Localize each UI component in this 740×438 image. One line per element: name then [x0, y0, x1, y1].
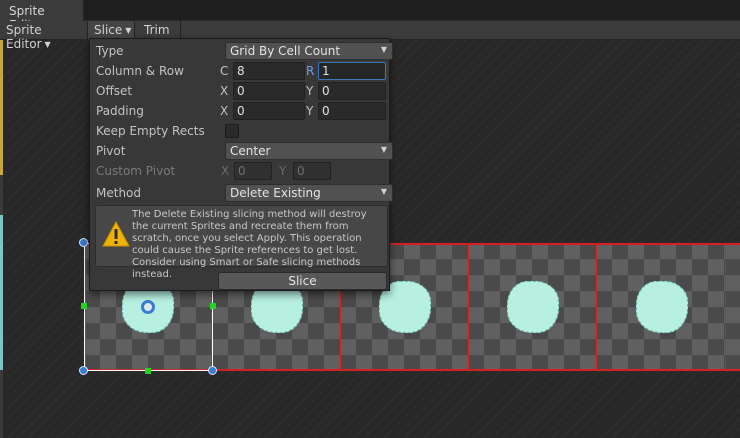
custom-pivot-x-axis-label: X: [221, 164, 230, 178]
chevron-down-icon: ▼: [380, 145, 387, 154]
method-help-text: The Delete Existing slicing method will …: [132, 209, 367, 280]
method-row: Method Delete Existing ▼: [96, 184, 393, 202]
edge-handle[interactable]: [210, 303, 216, 309]
offset-x-field[interactable]: 0: [233, 82, 305, 100]
offset-row: Offset X 0 Y 0: [96, 82, 386, 100]
sprite-editor-mode-dropdown[interactable]: Sprite Editor ▼: [0, 21, 88, 51]
offset-label: Offset: [96, 84, 133, 98]
pivot-row: Pivot Center ▼: [96, 142, 393, 160]
column-count-field[interactable]: 8: [233, 62, 305, 80]
trim-label: Trim: [144, 23, 170, 37]
padding-y-axis-label: Y: [306, 104, 314, 118]
pivot-dropdown[interactable]: Center ▼: [225, 142, 393, 160]
padding-x-axis-label: X: [220, 104, 229, 118]
keep-empty-rects-checkbox[interactable]: [225, 124, 239, 138]
corner-handle[interactable]: [79, 238, 88, 247]
corner-handle[interactable]: [208, 366, 217, 375]
window-tab-strip: [84, 0, 740, 20]
row-axis-label: R: [306, 64, 315, 78]
type-value: Grid By Cell Count: [230, 44, 341, 58]
row-count-field[interactable]: 1: [318, 62, 386, 80]
chevron-down-icon: ▼: [380, 187, 387, 196]
method-label: Method: [96, 186, 142, 200]
method-dropdown[interactable]: Delete Existing ▼: [225, 184, 393, 202]
corner-handle[interactable]: [79, 366, 88, 375]
edge-handle[interactable]: [81, 303, 87, 309]
slice-popup: Type Grid By Cell Count ▼ Column & Row C…: [89, 38, 393, 291]
offset-y-axis-label: Y: [306, 84, 314, 98]
slice-menu-label: Slice: [94, 23, 123, 37]
custom-pivot-label: Custom Pivot: [96, 164, 176, 178]
keep-empty-rects-label: Keep Empty Rects: [96, 124, 205, 138]
column-axis-label: C: [220, 64, 229, 78]
method-help-box: The Delete Existing slicing method will …: [95, 205, 388, 280]
padding-y-field[interactable]: 0: [318, 102, 386, 120]
padding-label: Padding: [96, 104, 144, 118]
offset-y-field[interactable]: 0: [318, 82, 386, 100]
pivot-label: Pivot: [96, 144, 126, 158]
pivot-handle[interactable]: [141, 300, 155, 314]
window-tab-sprite-editor[interactable]: Sprite Editor: [0, 0, 84, 32]
chevron-down-icon: ▼: [380, 45, 387, 54]
slice-button[interactable]: Slice: [218, 272, 387, 290]
custom-pivot-x-field: 0: [234, 162, 272, 180]
offset-x-axis-label: X: [220, 84, 229, 98]
left-panel-edge: [0, 40, 3, 438]
keep-empty-rects-row: Keep Empty Rects: [96, 122, 385, 140]
padding-row: Padding X 0 Y 0: [96, 102, 386, 120]
column-row-row: Column & Row C 8 R 1: [96, 62, 386, 80]
custom-pivot-y-axis-label: Y: [279, 164, 287, 178]
edge-handle[interactable]: [145, 368, 151, 374]
pivot-value: Center: [230, 144, 271, 158]
type-dropdown[interactable]: Grid By Cell Count ▼: [225, 42, 393, 60]
type-label: Type: [96, 44, 124, 58]
custom-pivot-row: Custom Pivot X 0 Y 0: [96, 162, 385, 180]
method-value: Delete Existing: [230, 186, 321, 200]
warning-icon: [102, 221, 130, 247]
custom-pivot-y-field: 0: [293, 162, 331, 180]
padding-x-field[interactable]: 0: [233, 102, 305, 120]
sprite-editor-label: Sprite Editor: [6, 23, 42, 51]
type-row: Type Grid By Cell Count ▼: [96, 42, 393, 60]
chevron-down-icon: ▼: [44, 40, 51, 49]
column-row-label: Column & Row: [96, 64, 184, 78]
chevron-down-icon: ▼: [125, 26, 132, 35]
